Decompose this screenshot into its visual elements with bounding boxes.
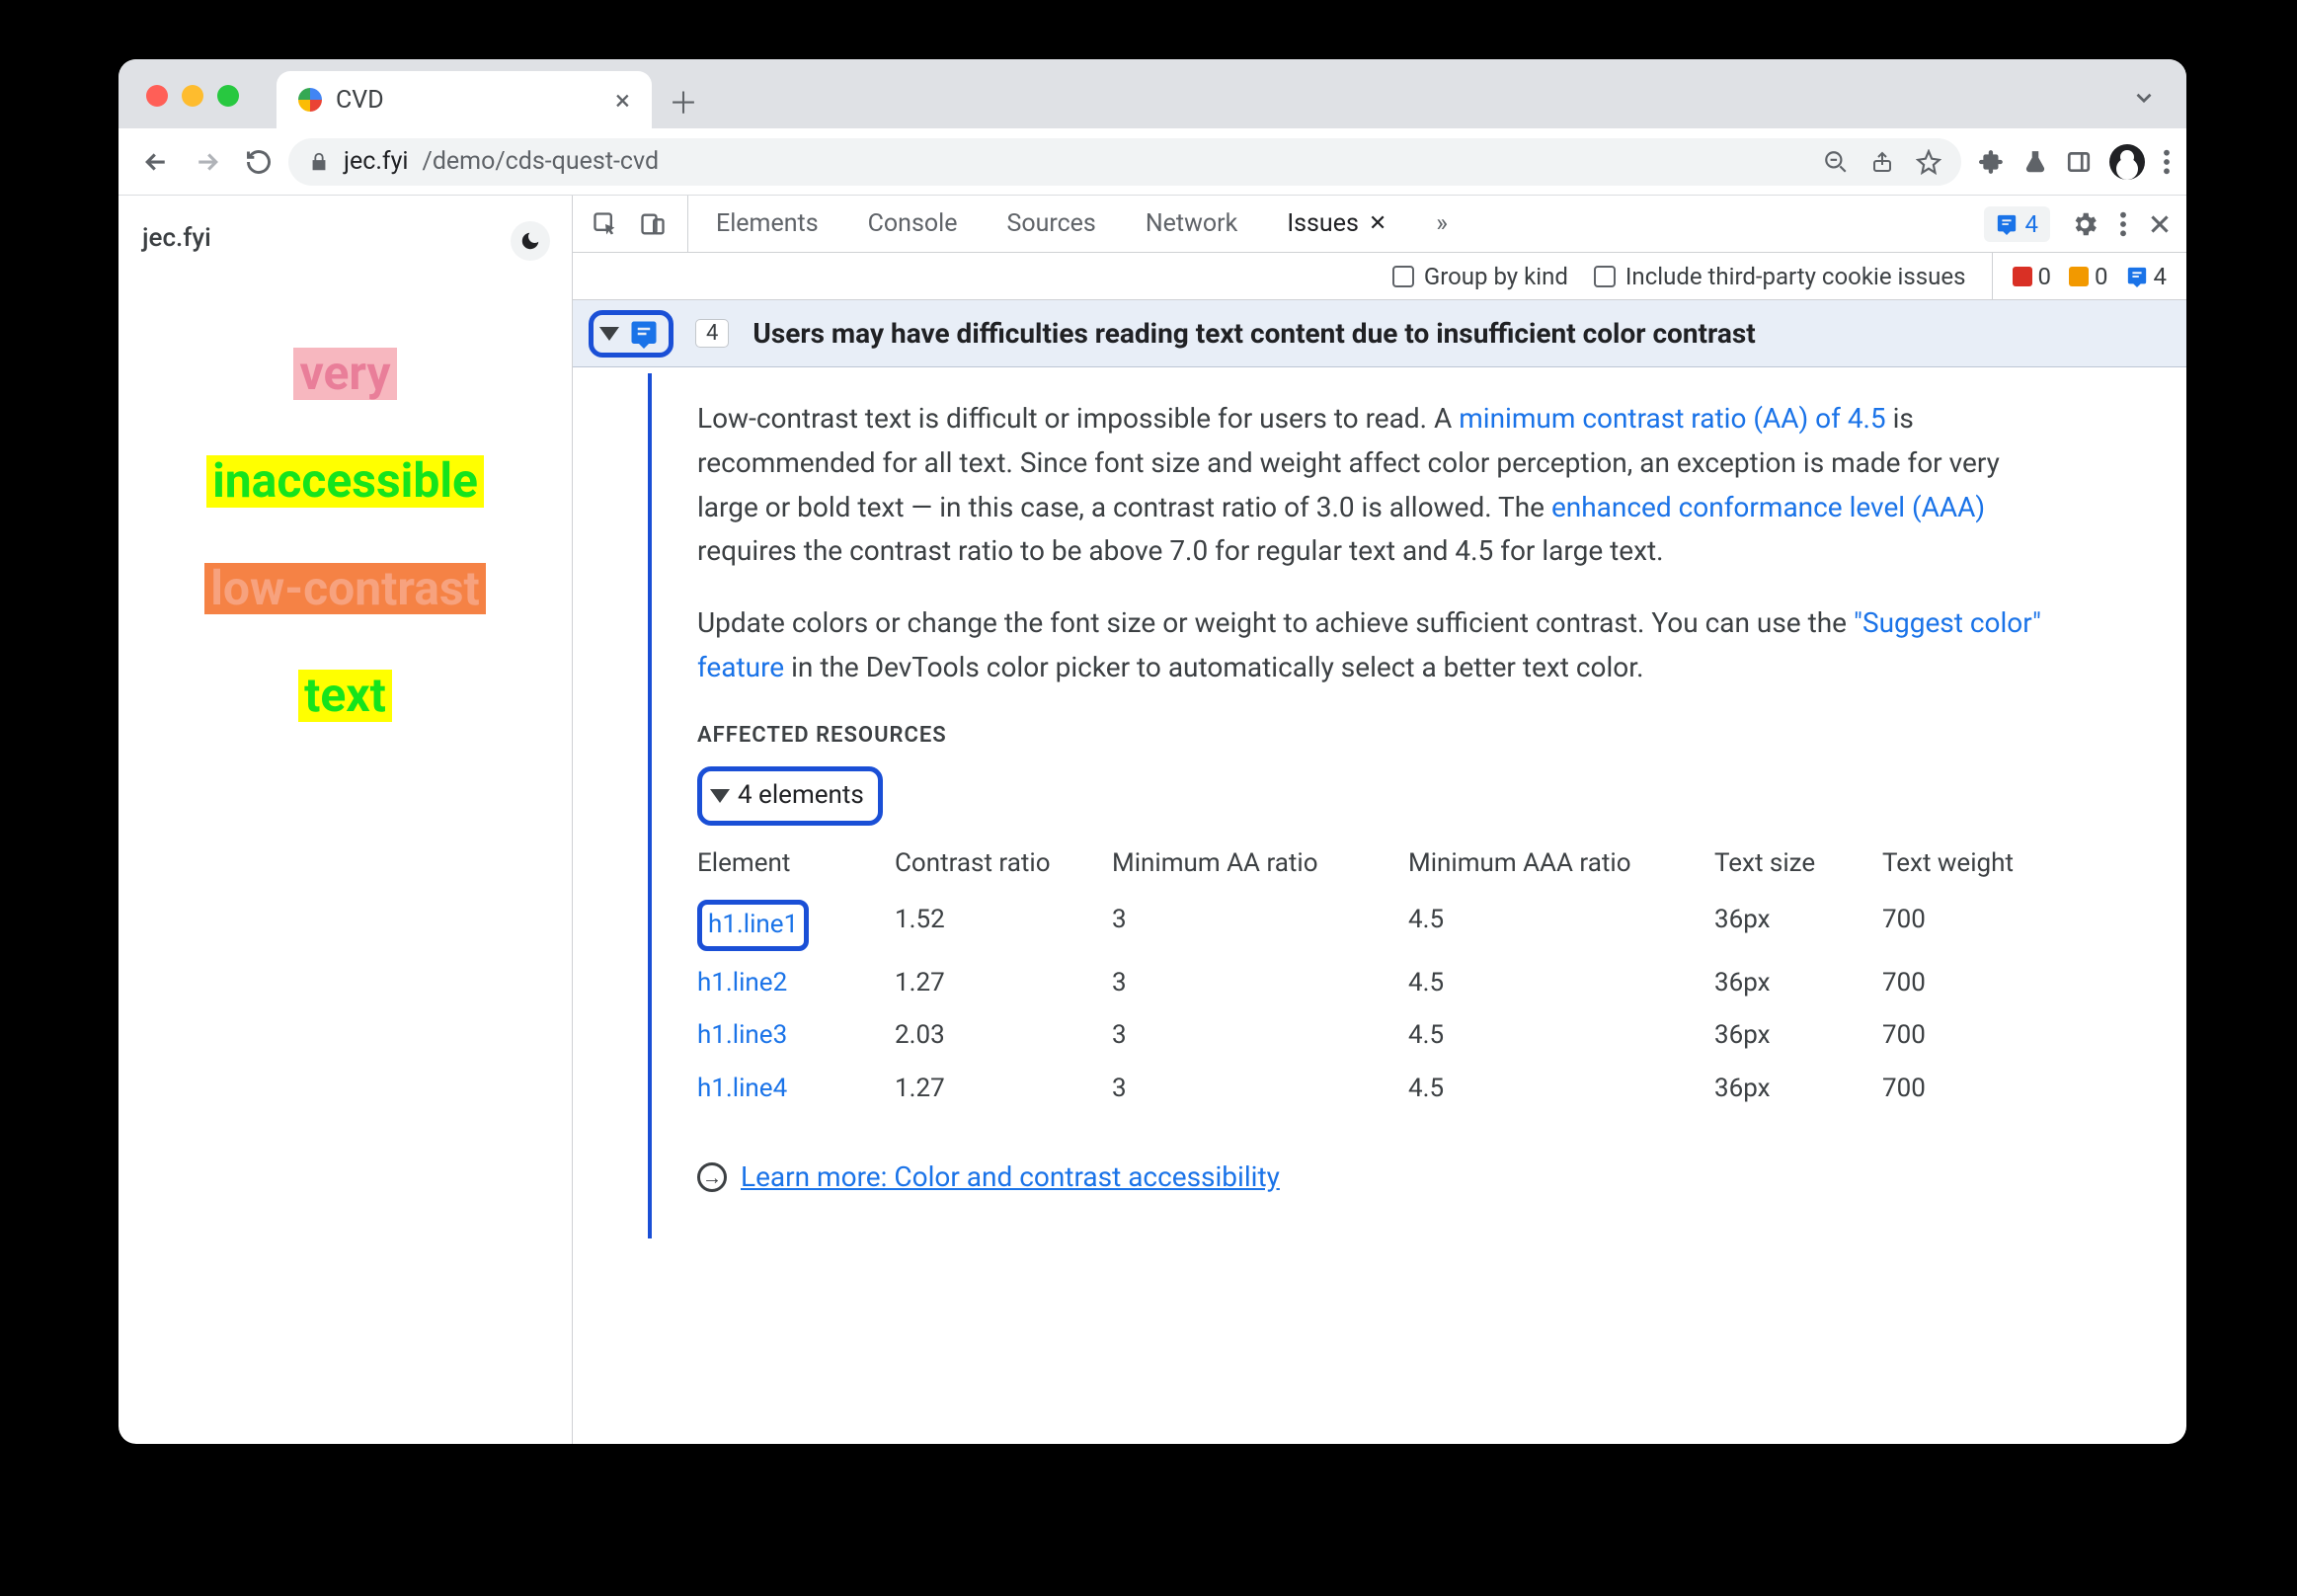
col-aaa: Minimum AAA ratio — [1408, 843, 1714, 885]
bookmark-icon[interactable] — [1916, 149, 1941, 175]
share-icon[interactable] — [1870, 150, 1894, 174]
col-element: Element — [697, 843, 895, 885]
address-bar[interactable]: jec.fyi/demo/cds-quest-cvd — [288, 138, 1961, 186]
page-title: jec.fyi — [142, 223, 554, 253]
profile-avatar[interactable] — [2109, 144, 2145, 180]
kebab-menu-icon[interactable] — [2119, 210, 2127, 238]
close-tab-icon[interactable]: × — [615, 84, 630, 117]
table-row: h1.line4 1.27 3 4.5 36px 700 — [697, 1063, 2054, 1116]
col-aa: Minimum AA ratio — [1112, 843, 1408, 885]
tab-issues[interactable]: Issues✕ — [1265, 196, 1408, 252]
tab-network[interactable]: Network — [1124, 196, 1259, 252]
back-button[interactable] — [134, 140, 178, 184]
caret-down-icon — [710, 789, 730, 803]
affected-elements-table: Element Contrast ratio Minimum AA ratio … — [697, 843, 2054, 1116]
tab-console[interactable]: Console — [846, 196, 980, 252]
arrow-circle-icon: → — [697, 1162, 727, 1192]
kebab-menu-icon[interactable] — [2163, 148, 2171, 176]
expand-toggle[interactable] — [589, 310, 673, 358]
maximize-window-button[interactable] — [217, 85, 239, 107]
devtools-tabs: Elements Console Sources Network Issues✕… — [573, 196, 2186, 253]
tabs-menu-button[interactable] — [2131, 85, 2157, 111]
message-icon — [629, 319, 659, 349]
theme-toggle-button[interactable] — [511, 221, 550, 261]
warning-count: 0 — [2069, 263, 2108, 290]
tab-strip: CVD × ＋ — [119, 59, 2186, 128]
group-by-kind-checkbox[interactable]: Group by kind — [1392, 263, 1568, 290]
new-tab-button[interactable]: ＋ — [662, 79, 705, 122]
col-size: Text size — [1714, 843, 1882, 885]
favicon-icon — [298, 88, 322, 112]
browser-window: CVD × ＋ jec.fyi/demo/cds-quest-cvd — [119, 59, 2186, 1444]
issue-header[interactable]: 4 Users may have difficulties reading te… — [573, 300, 2186, 367]
page-viewport: jec.fyi very inaccessible low-contrast t… — [119, 196, 573, 1444]
info-count: 4 — [2126, 263, 2168, 290]
error-count: 0 — [2013, 263, 2052, 290]
issue-description: Low-contrast text is difficult or imposs… — [652, 367, 2094, 1238]
issues-list: 4 Users may have difficulties reading te… — [573, 300, 2186, 1444]
third-party-checkbox[interactable]: Include third-party cookie issues — [1594, 263, 1966, 290]
zoom-icon[interactable] — [1823, 149, 1849, 175]
toolbar: jec.fyi/demo/cds-quest-cvd — [119, 128, 2186, 196]
element-link[interactable]: h1.line1 — [708, 910, 798, 939]
forward-button[interactable] — [186, 140, 229, 184]
sample-line-2: inaccessible — [206, 455, 484, 508]
tab-title: CVD — [336, 86, 384, 115]
table-row: h1.line1 1.52 3 4.5 36px 700 — [697, 894, 2054, 957]
link-aaa-level[interactable]: enhanced conformance level (AAA) — [1551, 491, 1985, 523]
element-link[interactable]: h1.line4 — [697, 1074, 787, 1103]
lock-icon — [308, 151, 330, 173]
table-row: h1.line2 1.27 3 4.5 36px 700 — [697, 957, 2054, 1010]
issue-title: Users may have difficulties reading text… — [752, 317, 1755, 350]
sample-line-1: very — [293, 348, 396, 400]
extensions-icon[interactable] — [1979, 149, 2005, 175]
device-icon[interactable] — [634, 205, 672, 243]
sidepanel-icon[interactable] — [2066, 149, 2092, 175]
issues-count: 4 — [2025, 210, 2039, 238]
element-link[interactable]: h1.line2 — [697, 968, 787, 998]
sample-line-3: low-contrast — [204, 563, 486, 615]
caret-down-icon — [599, 327, 619, 341]
issues-count-chip[interactable]: 4 — [1984, 206, 2051, 242]
minimize-window-button[interactable] — [182, 85, 203, 107]
reload-button[interactable] — [237, 140, 280, 184]
col-contrast: Contrast ratio — [895, 843, 1112, 885]
learn-more-link[interactable]: Learn more: Color and contrast accessibi… — [741, 1156, 1280, 1200]
element-link[interactable]: h1.line3 — [697, 1020, 787, 1050]
link-contrast-ratio[interactable]: minimum contrast ratio (AA) of 4.5 — [1459, 402, 1885, 435]
elements-count-label: 4 elements — [738, 775, 864, 817]
devtools-panel: Elements Console Sources Network Issues✕… — [573, 196, 2186, 1444]
browser-tab[interactable]: CVD × — [277, 71, 652, 128]
window-controls — [146, 85, 239, 107]
tab-elements[interactable]: Elements — [694, 196, 840, 252]
tab-sources[interactable]: Sources — [985, 196, 1117, 252]
close-devtools-icon[interactable] — [2147, 211, 2173, 237]
affected-resources-label: AFFECTED RESOURCES — [697, 718, 2054, 753]
labs-icon[interactable] — [2022, 149, 2048, 175]
issues-filter-bar: Group by kind Include third-party cookie… — [573, 253, 2186, 300]
url-host: jec.fyi — [344, 147, 409, 176]
url-path: /demo/cds-quest-cvd — [423, 147, 660, 176]
sample-text-list: very inaccessible low-contrast text — [136, 348, 554, 722]
sample-line-4: text — [298, 670, 392, 722]
col-weight: Text weight — [1882, 843, 2060, 885]
issue-count-badge: 4 — [695, 319, 729, 348]
inspect-icon[interactable] — [587, 205, 624, 243]
settings-icon[interactable] — [2070, 209, 2099, 239]
close-window-button[interactable] — [146, 85, 168, 107]
close-icon[interactable]: ✕ — [1369, 211, 1386, 236]
tabs-overflow-button[interactable]: » — [1414, 196, 1469, 252]
table-row: h1.line3 2.03 3 4.5 36px 700 — [697, 1009, 2054, 1063]
elements-toggle[interactable]: 4 elements — [697, 766, 883, 826]
